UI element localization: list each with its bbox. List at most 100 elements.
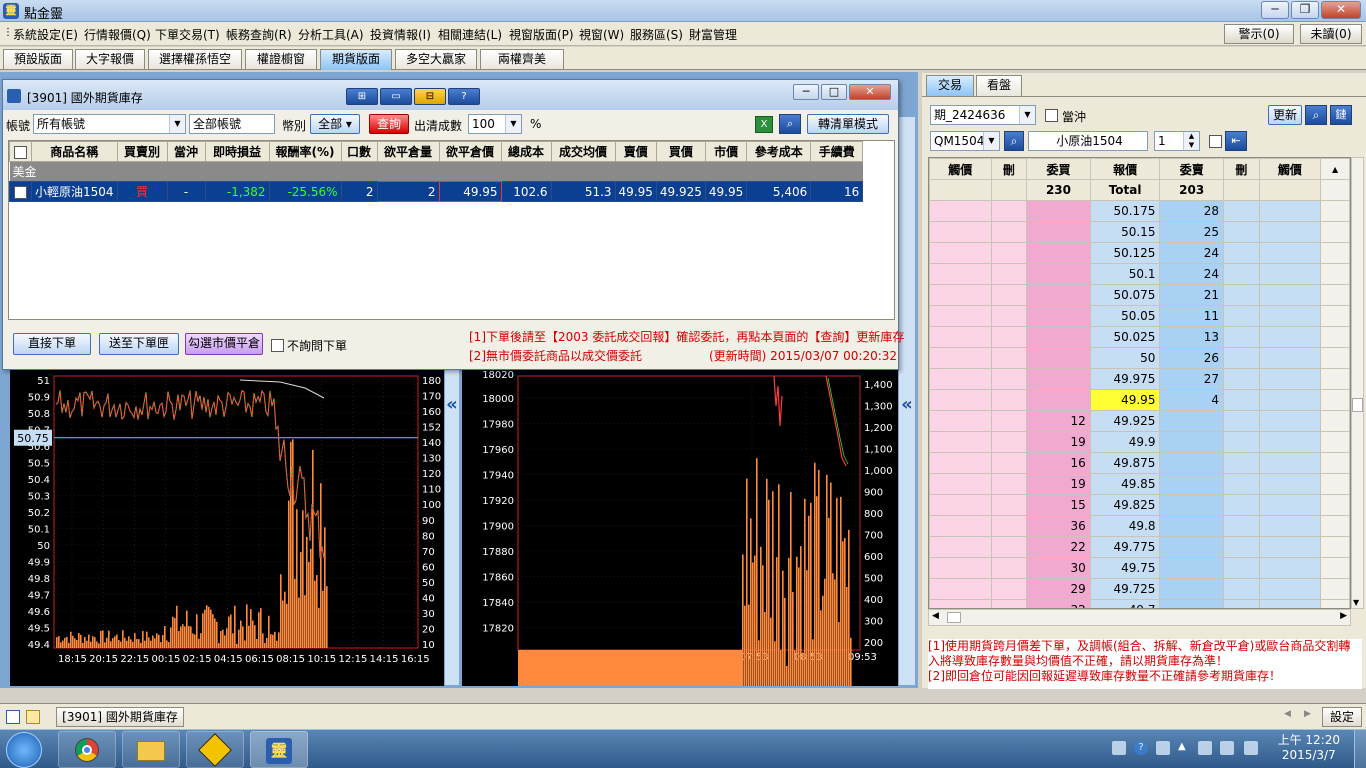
ladder-delete-left[interactable] <box>990 536 1028 558</box>
ladder-delete-left[interactable] <box>990 515 1028 537</box>
ladder-row[interactable]: 50.1 24 <box>929 263 1350 285</box>
tab-warrants[interactable]: 權證櫥窗 <box>245 49 317 69</box>
ladder-bid[interactable] <box>1026 221 1091 243</box>
currency-select[interactable]: 全部 ▾ <box>310 114 360 134</box>
excel-export-icon[interactable]: X <box>755 116 773 133</box>
ladder-row[interactable]: 3249.7 <box>929 599 1350 608</box>
minimize-button[interactable]: ─ <box>1261 1 1289 19</box>
ladder-bid[interactable] <box>1026 200 1091 222</box>
ladder-touch-right[interactable] <box>1258 431 1322 453</box>
ladder-touch-left[interactable] <box>929 515 992 537</box>
maximize-button[interactable]: ❐ <box>1291 1 1319 19</box>
group-row-usd[interactable]: 美金 <box>9 161 863 182</box>
col-qty[interactable]: 口數 <box>340 141 378 162</box>
ladder-touch-left[interactable] <box>929 431 992 453</box>
ladder-touch-right[interactable] <box>1258 263 1322 285</box>
ladder-delete-left[interactable] <box>990 305 1028 327</box>
ladder-touch-left[interactable] <box>929 326 992 348</box>
ladder-bid[interactable] <box>1026 368 1091 390</box>
ladder-delete-left[interactable] <box>990 578 1028 600</box>
row-close-price-input[interactable]: 49.95 <box>438 181 502 202</box>
ladder-row[interactable]: 22 49.775 <box>929 536 1350 558</box>
ladder-touch-right[interactable] <box>1258 368 1322 390</box>
ladder-delete-right[interactable] <box>1222 410 1260 432</box>
ladder-delete-right[interactable] <box>1222 221 1260 243</box>
ladder-ask[interactable] <box>1159 515 1224 537</box>
ladder-price[interactable]: 50.025 <box>1089 326 1161 348</box>
window-button-inventory[interactable]: [3901] 國外期貨庫存 <box>56 707 184 727</box>
symbol-select[interactable]: QM1504.2 ▼ <box>930 131 1000 151</box>
ladder-row[interactable]: 29 49.725 <box>929 578 1350 600</box>
ladder-touch-left[interactable] <box>929 494 992 516</box>
ladder-bid[interactable]: 22 <box>1026 536 1091 558</box>
table-row[interactable]: 小輕原油1504 買 - -1,382 -25.56% 2 2 49.95 10… <box>9 181 864 202</box>
ladder-ask[interactable]: 26 <box>1159 347 1224 369</box>
ladder-row[interactable]: 15 49.825 <box>929 494 1350 516</box>
chain-button[interactable]: 鏈 <box>1330 105 1352 125</box>
close-button[interactable]: ✕ <box>1321 1 1361 19</box>
ladder-price[interactable]: 49.75 <box>1089 557 1161 579</box>
stepper-arrows-icon[interactable]: ▲ ▼ <box>1183 132 1199 150</box>
no-confirm-checkbox[interactable] <box>271 339 284 352</box>
ladder-delete-right[interactable] <box>1222 431 1260 453</box>
col-close-qty[interactable]: 欲平倉量 <box>376 141 440 162</box>
menu-item-layout[interactable]: 視窗版面(P) <box>509 26 574 43</box>
collapse-right-icon[interactable]: « <box>898 116 916 686</box>
ladder-delete-left[interactable] <box>990 221 1028 243</box>
ladder-bid[interactable] <box>1026 347 1091 369</box>
ladder-touch-right[interactable] <box>1258 536 1322 558</box>
ladder-ask[interactable] <box>1159 431 1224 453</box>
help-tray-icon[interactable]: ? <box>1134 741 1148 755</box>
ladder-row[interactable]: 30 49.75 <box>929 557 1350 579</box>
collapse-left-icon[interactable]: « <box>444 366 460 686</box>
ladder-ask[interactable] <box>1159 536 1224 558</box>
symbol-search-icon[interactable]: ⌕ <box>1004 131 1024 151</box>
ladder-bid[interactable] <box>1026 389 1091 411</box>
ladder-ask[interactable]: 21 <box>1159 284 1224 306</box>
ladder-delete-right[interactable] <box>1222 326 1260 348</box>
ladder-price[interactable]: 49.775 <box>1089 536 1161 558</box>
ladder-delete-right[interactable] <box>1222 263 1260 285</box>
ladder-ask[interactable] <box>1159 473 1224 495</box>
ladder-ask[interactable] <box>1159 557 1224 579</box>
ladder-row[interactable]: 19 49.9 <box>929 431 1350 453</box>
ladder-touch-right[interactable] <box>1258 473 1322 495</box>
alert-button[interactable]: 警示(0) <box>1224 24 1294 44</box>
ladder-touch-left[interactable] <box>929 242 992 264</box>
col-market[interactable]: 市價 <box>704 141 748 162</box>
ladder-touch-right[interactable] <box>1258 389 1322 411</box>
select-all-checkbox[interactable] <box>9 141 32 162</box>
ladder-touch-left[interactable] <box>929 410 992 432</box>
settings-button[interactable]: 設定 <box>1322 707 1362 727</box>
ladder-delete-right[interactable] <box>1222 200 1260 222</box>
ladder-touch-right[interactable] <box>1258 242 1322 264</box>
device-tray-icon[interactable] <box>1198 741 1212 755</box>
tab-default[interactable]: 預設版面 <box>3 49 73 69</box>
ladder-delete-right[interactable] <box>1222 368 1260 390</box>
ladder-row[interactable]: 16 49.875 <box>929 452 1350 474</box>
ladder-delete-left[interactable] <box>990 431 1028 453</box>
keyboard-tray-icon[interactable] <box>1112 741 1126 755</box>
ladder-price[interactable]: 49.825 <box>1089 494 1161 516</box>
ladder-price[interactable]: 50 <box>1089 347 1161 369</box>
ladder-delete-left[interactable] <box>990 368 1028 390</box>
menu-item-window[interactable]: 視窗(W) <box>579 26 624 43</box>
scroll-left-icon[interactable]: ◀ <box>932 611 939 621</box>
futures-account-select[interactable]: 期_2424636 ▼ <box>930 105 1036 125</box>
ladder-ask[interactable]: 27 <box>1159 368 1224 390</box>
ladder-bid[interactable]: 30 <box>1026 557 1091 579</box>
folder-icon[interactable] <box>26 710 40 724</box>
ladder-bid[interactable]: 16 <box>1026 452 1091 474</box>
volume-tray-icon[interactable] <box>1244 741 1258 755</box>
layout-grid-icon[interactable]: ⊞ <box>346 88 378 105</box>
option-checkbox[interactable] <box>1209 135 1222 148</box>
pin-icon[interactable]: ⊟ <box>414 88 446 105</box>
ladder-delete-right[interactable] <box>1222 284 1260 306</box>
settings-tray-icon[interactable] <box>1156 741 1170 755</box>
clock[interactable]: 上午 12:20 2015/3/7 <box>1278 733 1340 763</box>
chrome-taskbar-icon[interactable] <box>58 731 116 768</box>
ladder-row[interactable]: 19 49.85 <box>929 473 1350 495</box>
ladder-touch-left[interactable] <box>929 200 992 222</box>
ladder-row[interactable]: 50.075 21 <box>929 284 1350 306</box>
ladder-delete-left[interactable] <box>990 347 1028 369</box>
